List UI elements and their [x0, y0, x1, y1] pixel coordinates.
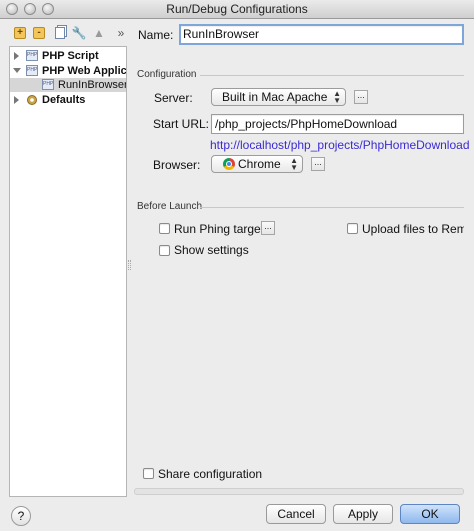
- start-url-label: Start URL:: [153, 117, 210, 131]
- server-select-value: Built in Mac Apache: [222, 90, 328, 104]
- chrome-icon: [223, 158, 235, 170]
- panel-splitter[interactable]: [128, 260, 131, 270]
- tree-item-label: Defaults: [42, 94, 86, 106]
- share-configuration-checkbox[interactable]: [143, 468, 154, 479]
- help-button[interactable]: ?: [11, 506, 31, 526]
- wrench-icon: 🔧: [71, 26, 87, 40]
- add-icon: +: [14, 27, 26, 39]
- copy-configuration-button[interactable]: [51, 24, 69, 42]
- more-icon: »: [117, 26, 125, 40]
- name-label: Name:: [138, 28, 174, 42]
- php-icon: PHP: [42, 79, 54, 90]
- upload-files-label-clip: Upload files to Remote: [362, 222, 464, 238]
- configuration-divider: [200, 75, 464, 76]
- left-toolbar: + - 🔧 ▲ »: [8, 24, 128, 44]
- tree-item-label: PHP Script: [42, 50, 99, 62]
- upload-files-label[interactable]: Upload files to Remote: [362, 222, 464, 236]
- chevron-updown-icon: ▲ ▼: [290, 156, 298, 172]
- start-url-input[interactable]: /php_projects/PhpHomeDownload: [211, 114, 464, 134]
- before-launch-section-title: Before Launch: [137, 201, 203, 212]
- tree-item-php-script[interactable]: PHP PHP Script: [10, 49, 126, 63]
- configuration-tree[interactable]: PHP PHP Script PHP PHP Web Application P…: [9, 46, 127, 497]
- server-label: Server:: [154, 91, 193, 105]
- ok-button[interactable]: OK: [400, 504, 460, 524]
- expand-arrow-icon[interactable]: [14, 52, 19, 60]
- name-input[interactable]: RunInBrowser: [179, 24, 464, 45]
- tree-item-label: PHP Web Application: [42, 65, 127, 77]
- php-icon: PHP: [26, 50, 38, 61]
- remove-icon: -: [33, 27, 45, 39]
- tree-item-defaults[interactable]: Defaults: [10, 93, 126, 107]
- browser-browse-button[interactable]: ...: [311, 157, 325, 171]
- copy-icon: [55, 27, 65, 39]
- server-browse-button[interactable]: ...: [354, 90, 368, 104]
- collapse-arrow-icon[interactable]: [13, 68, 21, 73]
- window-title: Run/Debug Configurations: [166, 2, 308, 16]
- chevron-updown-icon: ▲ ▼: [333, 89, 341, 105]
- server-select[interactable]: Built in Mac Apache ▲ ▼: [211, 88, 346, 106]
- show-settings-checkbox[interactable]: [159, 245, 170, 256]
- cancel-button[interactable]: Cancel: [266, 504, 326, 524]
- tree-item-runinbrowser[interactable]: PHP RunInBrowser: [10, 78, 127, 92]
- browser-select-value: Chrome: [238, 157, 281, 171]
- apply-button[interactable]: Apply: [333, 504, 393, 524]
- remove-configuration-button[interactable]: -: [30, 24, 48, 42]
- tree-item-label: RunInBrowser: [58, 79, 127, 91]
- more-actions-button[interactable]: »: [112, 24, 130, 42]
- configuration-section-title: Configuration: [137, 69, 197, 80]
- share-configuration-label[interactable]: Share configuration: [158, 467, 262, 481]
- resolved-url-link[interactable]: http://localhost/php_projects/PhpHomeDow…: [210, 138, 470, 152]
- horizontal-scrollbar[interactable]: [134, 488, 464, 495]
- run-phing-label[interactable]: Run Phing target: [174, 222, 264, 236]
- tree-item-php-web-application[interactable]: PHP PHP Web Application: [10, 64, 127, 78]
- add-configuration-button[interactable]: +: [11, 24, 29, 42]
- browser-select[interactable]: Chrome ▲ ▼: [211, 155, 303, 173]
- run-phing-checkbox[interactable]: [159, 223, 170, 234]
- phing-target-browse-button[interactable]: ...: [261, 221, 275, 235]
- move-up-icon: ▲: [93, 26, 105, 40]
- expand-arrow-icon[interactable]: [14, 96, 19, 104]
- defaults-icon: [27, 95, 37, 105]
- edit-defaults-button[interactable]: 🔧: [70, 24, 88, 42]
- browser-label: Browser:: [153, 158, 201, 172]
- move-up-button[interactable]: ▲: [90, 24, 108, 42]
- upload-files-checkbox[interactable]: [347, 223, 358, 234]
- php-icon: PHP: [26, 65, 38, 76]
- show-settings-label[interactable]: Show settings: [174, 243, 249, 257]
- before-launch-divider: [200, 207, 464, 208]
